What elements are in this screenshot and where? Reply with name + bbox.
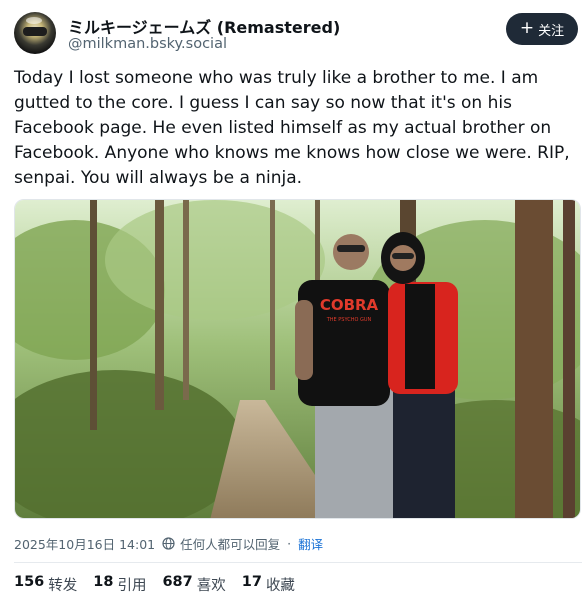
stat-quotes[interactable]: 18 引用: [93, 574, 146, 595]
bookmark-label: 收藏: [265, 578, 295, 594]
avatar-visor: [23, 27, 47, 36]
divider: [14, 562, 582, 563]
post-meta: 2025年10月16日 14:01 任何人都可以回复 · 翻译: [14, 534, 323, 553]
bookmark-count: 17: [241, 574, 262, 590]
author-handle[interactable]: @milkman.bsky.social: [68, 36, 227, 52]
quote-label: 引用: [117, 578, 147, 594]
follow-button[interactable]: + 关注: [506, 13, 578, 45]
meta-separator: ·: [287, 536, 292, 551]
stat-reposts[interactable]: 156 转发: [14, 574, 77, 595]
quote-count: 18: [93, 574, 114, 590]
repost-count: 156: [14, 574, 45, 590]
post-image[interactable]: COBRA THE PSYCHO GUN: [14, 199, 581, 519]
repost-label: 转发: [48, 578, 78, 594]
stat-likes[interactable]: 687 喜欢: [162, 574, 225, 595]
like-label: 喜欢: [196, 578, 226, 594]
avatar-shine: [26, 17, 42, 24]
reply-settings-icon: [162, 537, 175, 550]
shirt-text-subtitle: THE PSYCHO GUN: [326, 317, 372, 323]
plus-icon: +: [519, 18, 535, 38]
shirt-text-cobra: COBRA: [320, 296, 379, 314]
follow-button-label: 关注: [538, 23, 565, 39]
post-header: ミルキージェームズ (Remastered) @milkman.bsky.soc…: [14, 12, 582, 56]
forest-photo: COBRA THE PSYCHO GUN: [15, 200, 580, 518]
avatar[interactable]: [14, 12, 56, 54]
post-timestamp[interactable]: 2025年10月16日 14:01: [14, 534, 155, 553]
translate-link[interactable]: 翻译: [298, 534, 323, 553]
like-count: 687: [162, 574, 193, 590]
reply-visibility: 任何人都可以回复: [180, 537, 281, 552]
author-display-name[interactable]: ミルキージェームズ (Remastered): [68, 14, 340, 38]
stat-bookmarks[interactable]: 17 收藏: [242, 574, 295, 595]
post-text: Today I lost someone who was truly like …: [14, 68, 570, 188]
engagement-stats: 156 转发 18 引用 687 喜欢 17 收藏: [14, 574, 311, 595]
